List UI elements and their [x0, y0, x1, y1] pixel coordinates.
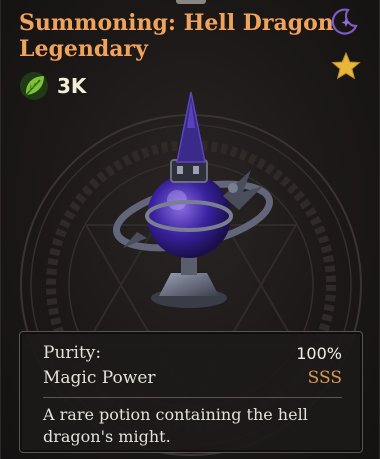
- item-title-line2: Legendary: [19, 36, 148, 62]
- magic-power-value: SSS: [307, 368, 342, 388]
- crescent-moon-icon[interactable]: [329, 7, 359, 37]
- item-title-line1: Summoning: Hell Dragon: [19, 10, 334, 36]
- card-top-tab[interactable]: [176, 0, 206, 4]
- magic-power-label: Magic Power: [43, 368, 156, 388]
- purity-row: Purity: 100%: [43, 342, 342, 364]
- purity-value: 100%: [296, 343, 342, 363]
- magic-power-row: Magic Power SSS: [43, 367, 342, 389]
- panel-divider: [43, 397, 342, 398]
- resource-cost: 3K: [19, 70, 86, 102]
- item-description: A rare potion containing the hell dragon…: [43, 405, 308, 446]
- info-panel: Purity: 100% Magic Power SSS A rare poti…: [19, 331, 363, 453]
- purity-label: Purity:: [43, 343, 102, 363]
- resource-value: 3K: [57, 74, 87, 98]
- potion-illustration: [112, 91, 274, 308]
- item-card: Summoning: Hell Dragon Legendary 3K Puri…: [0, 0, 380, 459]
- leaf-icon: [20, 72, 48, 100]
- star-icon[interactable]: [331, 52, 361, 80]
- item-title: Summoning: Hell Dragon Legendary: [19, 10, 334, 62]
